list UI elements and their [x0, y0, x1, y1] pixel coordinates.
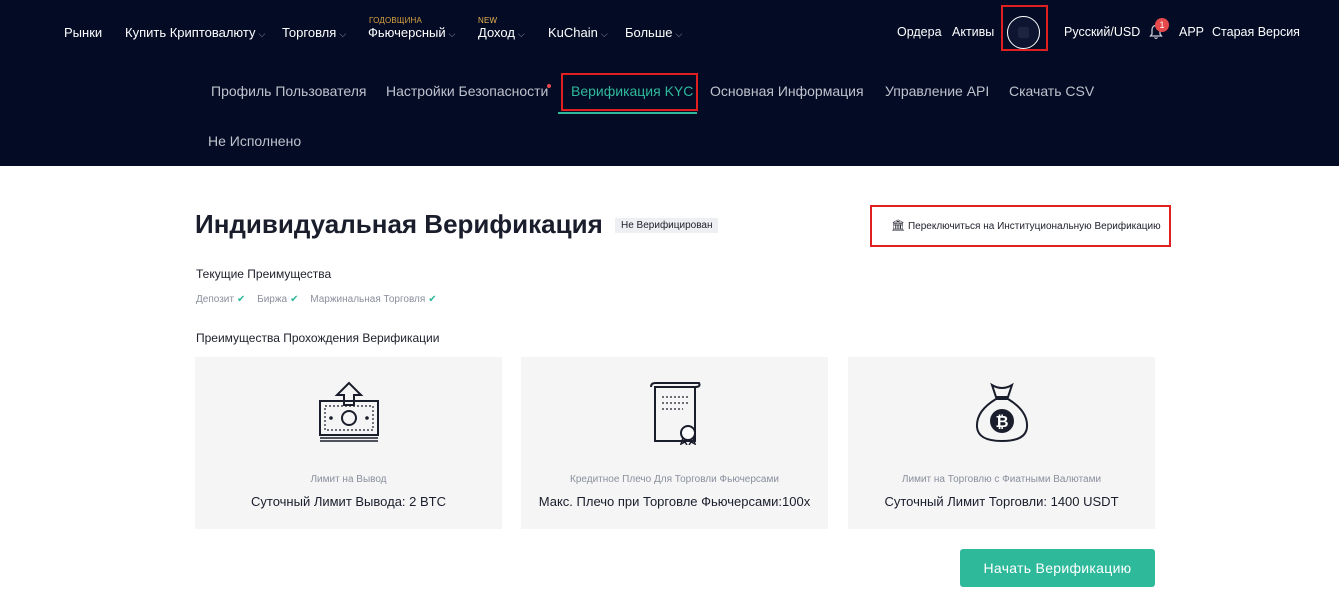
nav-assets[interactable]: Активы	[952, 25, 994, 39]
benefit-deposit: Депозит	[196, 294, 234, 305]
bitcoin-bag-icon: ₿	[975, 382, 1028, 443]
chevron-down-icon: ⌵	[339, 29, 347, 39]
kyc-tab-highlight	[561, 73, 698, 111]
nav-buy-crypto[interactable]: Купить Криптовалюту ⌵	[125, 25, 265, 40]
nav-trade[interactable]: Торговля ⌵	[282, 25, 346, 40]
money-upload-icon	[318, 381, 379, 442]
tab-user-profile[interactable]: Профиль Пользователя	[211, 83, 366, 99]
language-currency-selector[interactable]: Русский/USD	[1064, 25, 1140, 39]
chevron-down-icon: ⌵	[600, 29, 608, 39]
card-subtitle: Кредитное Плечо Для Торговли Фьючерсами	[570, 474, 779, 485]
benefit-exchange: Биржа	[257, 294, 288, 305]
check-icon: ✔	[290, 294, 299, 305]
current-benefits-title: Текущие Преимущества	[196, 267, 332, 281]
certificate-icon	[649, 382, 700, 445]
check-icon: ✔	[236, 294, 246, 305]
tab-security-settings[interactable]: Настройки Безопасности	[386, 83, 548, 99]
main-nav: Рынки Купить Криптовалюту ⌵ Торговля ⌵ ГОД…	[0, 0, 1339, 62]
tab-download-csv[interactable]: Скачать CSV	[1009, 83, 1094, 99]
check-icon: ✔	[428, 294, 437, 305]
current-benefits-list: Депозит ✔ Биржа ✔ Маржинальная Торговля ✔	[196, 294, 446, 305]
card-subtitle: Лимит на Торговлю с Фиатными Валютами	[901, 474, 1102, 485]
switch-link-label: Переключиться на Институциональную Вериф…	[907, 221, 1161, 232]
nav-orders[interactable]: Ордера	[897, 25, 942, 39]
benefit-card-leverage: Кредитное Плечо Для Торговли Фьючерсами …	[521, 357, 828, 529]
nav-earn-badge: NEW	[478, 16, 498, 25]
tab-basic-info[interactable]: Основная Информация	[710, 83, 864, 99]
chevron-down-icon: ⌵	[448, 29, 456, 39]
benefit-card-withdrawal: Лимит на Вывод Суточный Лимит Вывода: 2 …	[195, 357, 502, 529]
status-badge: Не Верифицирован	[615, 218, 719, 233]
nav-futures[interactable]: Фьючерсный ⌵	[368, 25, 455, 40]
avatar-highlight	[1001, 5, 1048, 51]
bank-icon: 🏛	[891, 220, 905, 232]
start-verification-button[interactable]: Начать Верификацию	[960, 549, 1155, 587]
notification-count-badge: 1	[1155, 18, 1169, 32]
nav-markets[interactable]: Рынки	[64, 25, 102, 40]
active-tab-underline	[558, 112, 697, 114]
tab-pending[interactable]: Не Исполнено	[208, 133, 301, 149]
nav-earn[interactable]: Доход ⌵	[478, 25, 525, 40]
benefit-card-fiat: ₿ Лимит на Торговлю с Фиатными Валютами …	[848, 357, 1155, 529]
svg-text:₿: ₿	[995, 412, 1008, 431]
card-value: Макс. Плечо при Торговле Фьючерсами:100x	[538, 494, 811, 509]
nav-old-version[interactable]: Старая Версия	[1212, 25, 1300, 39]
chevron-down-icon: ⌵	[675, 29, 683, 39]
card-value: Суточный Лимит Торговли: 1400 USDT	[884, 494, 1119, 509]
card-subtitle: Лимит на Вывод	[310, 474, 387, 485]
nav-more[interactable]: Больше ⌵	[625, 25, 682, 40]
switch-institutional-link[interactable]: 🏛 Переключиться на Институциональную Вери…	[891, 219, 1161, 232]
nav-kuchain[interactable]: KuChain ⌵	[548, 25, 608, 40]
tab-api-management[interactable]: Управление API	[885, 83, 989, 99]
chevron-down-icon: ⌵	[517, 29, 525, 39]
avatar-image	[1018, 27, 1029, 38]
nav-futures-badge: ГОДОВЩИНА	[369, 16, 423, 25]
pass-benefits-title: Преимущества Прохождения Верификации	[196, 331, 440, 345]
card-value: Суточный Лимит Вывода: 2 BTC	[251, 494, 446, 509]
nav-app[interactable]: APP	[1179, 25, 1204, 39]
top-header: Рынки Купить Криптовалюту ⌵ Торговля ⌵ ГОД…	[0, 0, 1339, 166]
chevron-down-icon: ⌵	[258, 29, 266, 39]
avatar[interactable]	[1007, 16, 1040, 49]
page-title: Индивидуальная Верификация	[195, 209, 603, 239]
security-alert-dot	[547, 84, 551, 88]
benefit-margin: Маржинальная Торговля	[310, 294, 426, 305]
